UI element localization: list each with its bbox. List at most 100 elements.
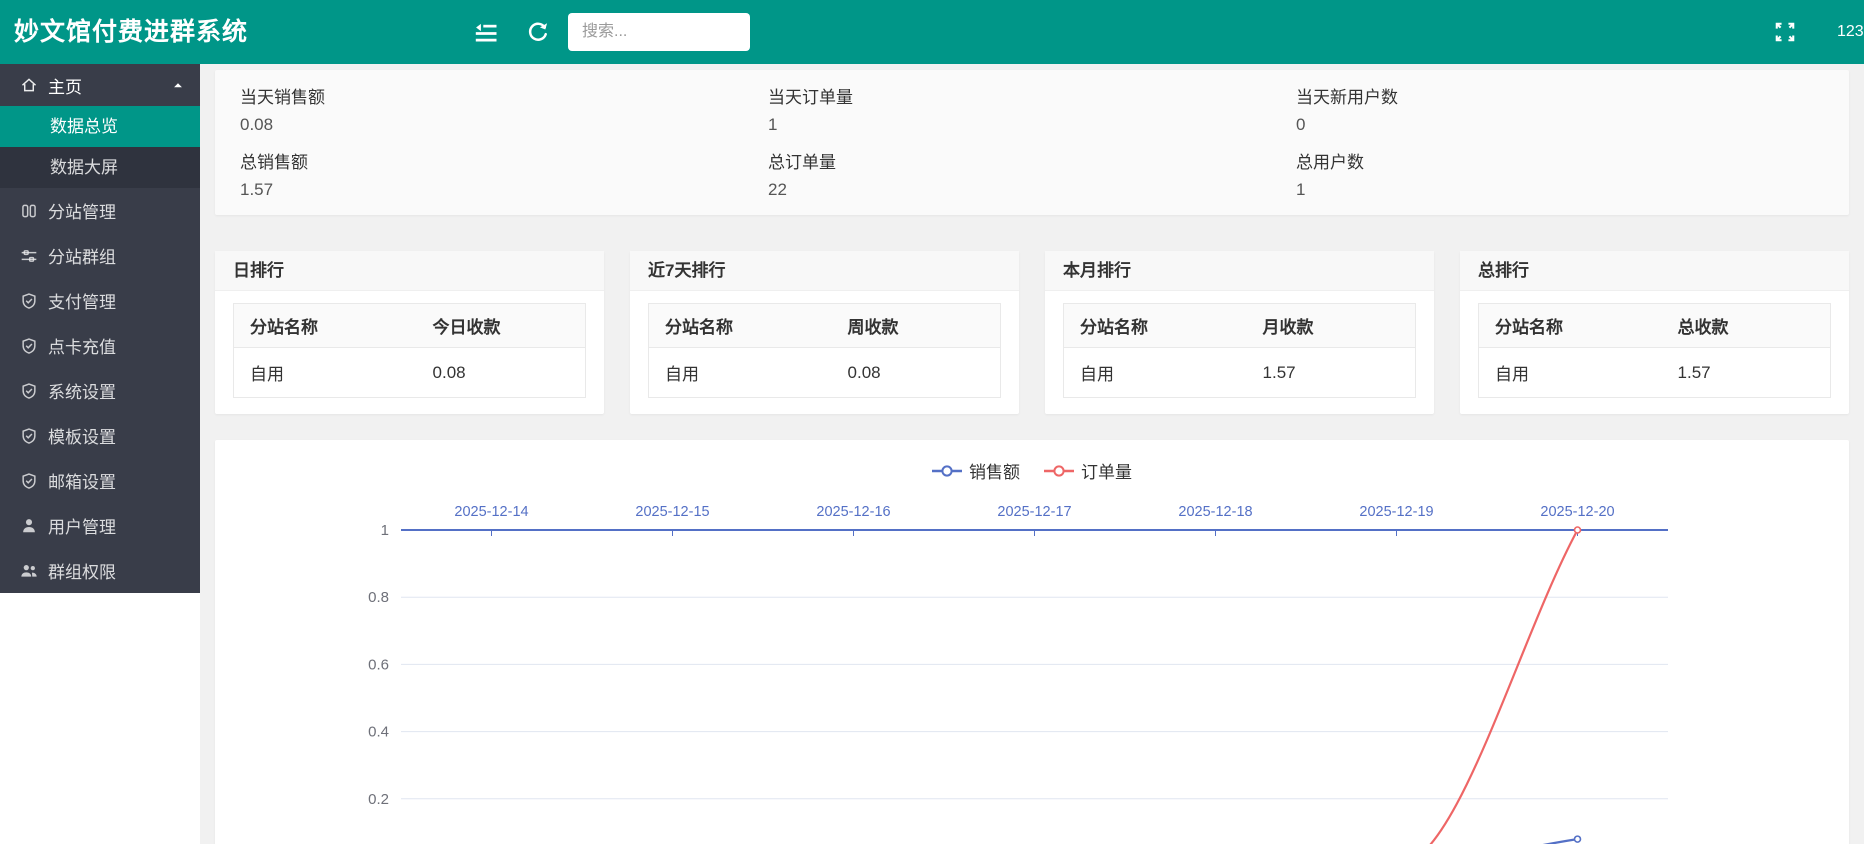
stat-cell: 总用户数 1 (1296, 148, 1824, 200)
sidebar-item-label: 系统设置 (48, 378, 116, 403)
rank-col-header: 分站名称 (649, 304, 832, 348)
rank-card-title: 日排行 (215, 251, 604, 291)
rank-table: 分站名称 周收款 自用 0.08 (648, 303, 1001, 398)
sidebar-item-payment-mgmt[interactable]: 支付管理 (0, 278, 200, 323)
rank-card-title: 本月排行 (1045, 251, 1434, 291)
username[interactable]: 12345 (1837, 0, 1864, 64)
svg-text:2025-12-20: 2025-12-20 (1540, 504, 1614, 520)
user-icon (20, 517, 38, 535)
main-content: 当天销售额 0.08 当天订单量 1 当天新用户数 0 总销售额 1.57 总订… (200, 64, 1864, 844)
stat-cell: 当天订单量 1 (768, 83, 1296, 135)
stat-value: 1.57 (240, 180, 768, 200)
refresh-icon[interactable] (527, 0, 549, 64)
legend-marker (932, 464, 962, 478)
legend-item-1[interactable]: 订单量 (1044, 458, 1132, 483)
site-name-cell: 自用 (1479, 348, 1662, 398)
rank-card-title: 近7天排行 (630, 251, 1019, 291)
chevron-up-icon (171, 78, 185, 92)
amount-cell: 1.57 (1662, 348, 1831, 398)
rank-table: 分站名称 月收款 自用 1.57 (1063, 303, 1416, 398)
users-icon (20, 562, 38, 580)
fullscreen-icon[interactable] (1774, 0, 1796, 64)
svg-text:2025-12-16: 2025-12-16 (816, 504, 890, 520)
table-row: 自用 1.57 (1479, 348, 1831, 398)
shield-check-icon (20, 427, 38, 445)
stat-label: 当天新用户数 (1296, 83, 1824, 108)
stat-label: 总销售额 (240, 148, 768, 173)
rank-col-header: 分站名称 (1479, 304, 1662, 348)
app-title: 妙文馆付费进群系统 (14, 0, 248, 64)
sidebar-item-substation-mgmt[interactable]: 分站管理 (0, 188, 200, 233)
svg-text:2025-12-19: 2025-12-19 (1359, 504, 1433, 520)
svg-text:2025-12-18: 2025-12-18 (1178, 504, 1252, 520)
stat-label: 总用户数 (1296, 148, 1824, 173)
rank-col-header: 周收款 (832, 304, 1001, 348)
svg-text:1: 1 (381, 522, 389, 539)
rank-table: 分站名称 今日收款 自用 0.08 (233, 303, 586, 398)
rank-col-header: 总收款 (1662, 304, 1831, 348)
sidebar-item-user-mgmt[interactable]: 用户管理 (0, 503, 200, 548)
legend-item-0[interactable]: 销售额 (932, 458, 1020, 483)
legend-marker (1044, 464, 1074, 478)
svg-text:0.4: 0.4 (368, 724, 389, 741)
table-row: 自用 0.08 (649, 348, 1001, 398)
stat-value: 0 (1296, 115, 1824, 135)
rank-col-header: 月收款 (1247, 304, 1416, 348)
sidebar: 主页 数据总览 数据大屏 分站管理 分站群组 支付管理 (0, 64, 200, 593)
rank-card-7days: 近7天排行 分站名称 周收款 自用 0.08 (630, 251, 1019, 414)
rank-table: 分站名称 总收款 自用 1.57 (1478, 303, 1831, 398)
sidebar-item-label: 主页 (48, 73, 82, 98)
stat-label: 当天销售额 (240, 83, 768, 108)
sidebar-item-template-settings[interactable]: 模板设置 (0, 413, 200, 458)
rank-col-header: 分站名称 (234, 304, 417, 348)
sidebar-item-card-recharge[interactable]: 点卡充值 (0, 323, 200, 368)
search-input[interactable] (568, 13, 750, 51)
svg-text:0.2: 0.2 (368, 791, 389, 808)
svg-text:2025-12-15: 2025-12-15 (635, 504, 709, 520)
legend-label: 销售额 (969, 458, 1020, 483)
sidebar-item-label: 邮箱设置 (48, 468, 116, 493)
svg-text:2025-12-17: 2025-12-17 (997, 504, 1071, 520)
sidebar-item-system-settings[interactable]: 系统设置 (0, 368, 200, 413)
sales-orders-chart: 00.20.40.60.812025-12-142025-12-142025-1… (215, 440, 1849, 844)
svg-text:0.8: 0.8 (368, 589, 389, 606)
shield-check-icon (20, 292, 38, 310)
rank-card-month: 本月排行 分站名称 月收款 自用 1.57 (1045, 251, 1434, 414)
sidebar-item-mailbox-settings[interactable]: 邮箱设置 (0, 458, 200, 503)
sidebar-item-substation-groups[interactable]: 分站群组 (0, 233, 200, 278)
columns-icon (20, 202, 38, 220)
stat-label: 总订单量 (768, 148, 1296, 173)
site-name-cell: 自用 (234, 348, 417, 398)
sidebar-item-home[interactable]: 主页 (0, 64, 200, 106)
sidebar-item-label: 分站管理 (48, 198, 116, 223)
table-row: 自用 1.57 (1064, 348, 1416, 398)
stat-value: 0.08 (240, 115, 768, 135)
stat-value: 1 (1296, 180, 1824, 200)
home-icon (20, 76, 38, 94)
stat-value: 22 (768, 180, 1296, 200)
site-name-cell: 自用 (1064, 348, 1247, 398)
rank-card-total: 总排行 分站名称 总收款 自用 1.57 (1460, 251, 1849, 414)
stats-panel: 当天销售额 0.08 当天订单量 1 当天新用户数 0 总销售额 1.57 总订… (215, 70, 1849, 215)
sidebar-item-data-screen[interactable]: 数据大屏 (0, 147, 200, 188)
site-name-cell: 自用 (649, 348, 832, 398)
ranking-row: 日排行 分站名称 今日收款 自用 0.08 近7天排行 (215, 251, 1849, 414)
rank-card-title: 总排行 (1460, 251, 1849, 291)
table-row: 自用 0.08 (234, 348, 586, 398)
sidebar-item-label: 点卡充值 (48, 333, 116, 358)
app-header: 妙文馆付费进群系统 12345 (0, 0, 1864, 64)
shield-check-icon (20, 382, 38, 400)
amount-cell: 0.08 (832, 348, 1001, 398)
sliders-icon (20, 247, 38, 265)
sidebar-item-group-permissions[interactable]: 群组权限 (0, 548, 200, 593)
collapse-menu-icon[interactable] (474, 0, 498, 64)
sidebar-item-label: 分站群组 (48, 243, 116, 268)
stat-cell: 当天新用户数 0 (1296, 83, 1824, 135)
stat-cell: 总销售额 1.57 (240, 148, 768, 200)
sidebar-item-label: 支付管理 (48, 288, 116, 313)
sidebar-item-label: 模板设置 (48, 423, 116, 448)
stat-cell: 当天销售额 0.08 (240, 83, 768, 135)
rank-col-header: 今日收款 (417, 304, 586, 348)
sidebar-item-data-overview[interactable]: 数据总览 (0, 106, 200, 147)
legend-label: 订单量 (1081, 458, 1132, 483)
